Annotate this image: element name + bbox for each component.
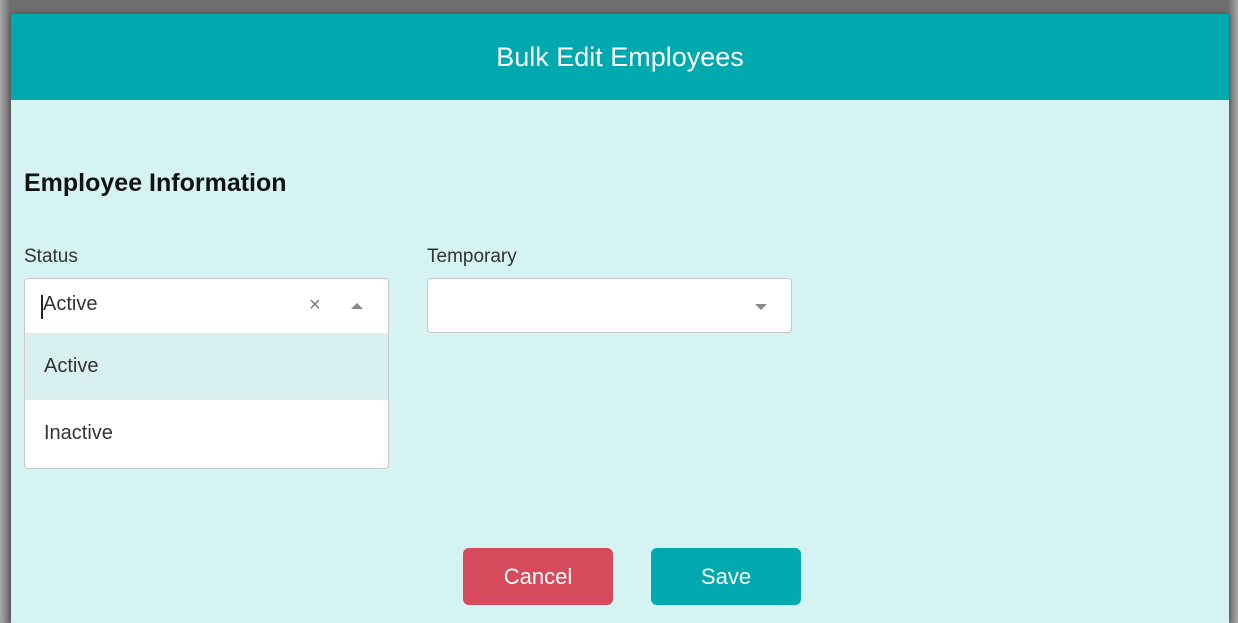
status-select[interactable]: Active × <box>24 278 389 333</box>
temporary-select[interactable] <box>427 278 792 333</box>
modal-title: Bulk Edit Employees <box>496 41 744 72</box>
save-button[interactable]: Save <box>651 548 801 605</box>
chevron-up-icon[interactable] <box>351 303 363 309</box>
temporary-label: Temporary <box>427 246 517 267</box>
status-label: Status <box>24 246 78 267</box>
chevron-down-icon[interactable] <box>755 304 767 310</box>
close-icon[interactable]: × <box>309 293 321 317</box>
status-dropdown-list: Active Inactive <box>24 333 389 469</box>
status-select-value[interactable]: Active <box>43 293 97 316</box>
cancel-button[interactable]: Cancel <box>463 548 613 605</box>
dropdown-option-active[interactable]: Active <box>25 333 388 400</box>
bulk-edit-modal: Bulk Edit Employees Employee Information… <box>11 14 1229 623</box>
modal-header: Bulk Edit Employees <box>11 14 1229 100</box>
dropdown-option-inactive[interactable]: Inactive <box>25 400 388 467</box>
section-title: Employee Information <box>24 169 287 197</box>
